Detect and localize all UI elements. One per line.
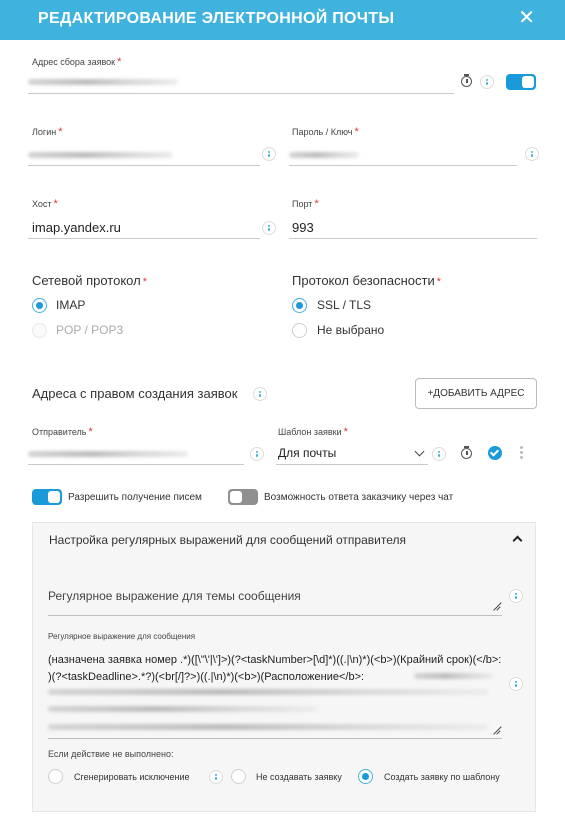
info-icon[interactable] xyxy=(480,75,494,89)
message-regex-blur-4 xyxy=(48,724,488,730)
message-regex-blur-1 xyxy=(414,673,494,679)
message-regex-value[interactable]: (назначена заявка номер .*)([\"\'|\']>)(… xyxy=(48,652,504,686)
subject-regex-input[interactable] xyxy=(48,615,502,616)
radio-imap-label: IMAP xyxy=(56,298,86,312)
chat-reply-label: Возможность ответа заказчику через чат xyxy=(264,492,454,503)
sender-value xyxy=(28,451,188,457)
stopwatch-icon[interactable] xyxy=(461,74,473,88)
template-stopwatch-icon[interactable] xyxy=(461,446,473,460)
password-input[interactable] xyxy=(289,165,517,166)
collect-address-label: Адрес сбора заявок * xyxy=(32,56,122,68)
chat-reply-toggle[interactable] xyxy=(228,489,258,505)
radio-create-by-template[interactable] xyxy=(358,769,373,784)
radio-ssl-tls-label: SSL / TLS xyxy=(317,298,372,312)
port-input[interactable] xyxy=(289,238,537,239)
radio-no-ticket-label: Не создавать заявку xyxy=(256,772,342,782)
radio-pop3 xyxy=(32,323,47,338)
login-value xyxy=(28,152,173,158)
host-label: Хост * xyxy=(32,198,58,210)
collect-address-value xyxy=(28,79,178,85)
message-regex-input[interactable] xyxy=(48,738,502,739)
network-protocol-title: Сетевой протокол * xyxy=(32,273,147,288)
host-info-icon[interactable] xyxy=(262,221,276,235)
chevron-down-icon[interactable] xyxy=(414,446,425,457)
radio-generate-exception-label: Сгенерировать исключение xyxy=(74,772,190,782)
on-fail-info-icon[interactable] xyxy=(209,770,223,784)
message-resize-handle-icon[interactable] xyxy=(492,726,501,735)
on-fail-label: Если действие не выполнено: xyxy=(48,749,174,759)
radio-not-selected-label: Не выбрано xyxy=(317,323,385,337)
message-regex-info-icon[interactable] xyxy=(509,677,523,691)
login-input[interactable] xyxy=(28,165,260,166)
add-address-button[interactable]: +ДОБАВИТЬ АДРЕС xyxy=(415,378,537,409)
radio-generate-exception[interactable] xyxy=(48,769,63,784)
allowed-addresses-title: Адреса с правом создания заявок xyxy=(32,386,238,401)
sender-info-icon[interactable] xyxy=(250,447,264,461)
modal-header: РЕДАКТИРОВАНИЕ ЭЛЕКТРОННОЙ ПОЧТЫ ✕ xyxy=(0,0,565,40)
sender-input[interactable] xyxy=(28,464,244,465)
sender-label: Отправитель * xyxy=(32,426,93,438)
receive-emails-toggle[interactable] xyxy=(32,489,62,505)
template-info-icon[interactable] xyxy=(432,447,446,461)
template-select-value: Для почты xyxy=(278,446,337,460)
password-info-icon[interactable] xyxy=(525,147,539,161)
subject-regex-placeholder: Регулярное выражение для темы сообщения xyxy=(48,589,301,603)
message-regex-blur-2 xyxy=(48,689,488,695)
allowed-addresses-info-icon[interactable] xyxy=(253,387,267,401)
close-icon[interactable]: ✕ xyxy=(518,8,535,28)
more-menu-icon[interactable] xyxy=(520,446,523,459)
password-label: Пароль / Ключ * xyxy=(292,126,359,138)
port-value: 993 xyxy=(292,220,314,235)
collect-address-toggle[interactable] xyxy=(506,74,536,90)
host-value: imap.yandex.ru xyxy=(32,220,121,235)
template-select[interactable] xyxy=(276,464,428,465)
password-value xyxy=(289,152,359,158)
collect-address-input[interactable] xyxy=(28,93,454,94)
radio-no-ticket[interactable] xyxy=(231,769,246,784)
check-icon[interactable] xyxy=(488,446,502,460)
port-label: Порт * xyxy=(292,198,319,210)
radio-not-selected[interactable] xyxy=(292,323,307,338)
login-info-icon[interactable] xyxy=(262,147,276,161)
subject-regex-info-icon[interactable] xyxy=(509,589,523,603)
security-protocol-title: Протокол безопасности * xyxy=(292,273,441,288)
radio-pop3-label: POP / POP3 xyxy=(56,323,124,337)
host-input[interactable] xyxy=(28,238,260,239)
message-regex-label: Регулярное выражение для сообщения xyxy=(48,632,196,641)
resize-handle-icon[interactable] xyxy=(492,602,501,611)
modal-title: РЕДАКТИРОВАНИЕ ЭЛЕКТРОННОЙ ПОЧТЫ xyxy=(38,10,395,27)
message-regex-blur-3 xyxy=(48,706,318,712)
login-label: Логин * xyxy=(32,126,63,138)
radio-imap[interactable] xyxy=(32,298,47,313)
regex-panel-title: Настройка регулярных выражений для сообщ… xyxy=(49,533,406,547)
receive-emails-label: Разрешить получение писем xyxy=(68,492,202,503)
radio-ssl-tls[interactable] xyxy=(292,298,307,313)
radio-create-by-template-label: Создать заявку по шаблону xyxy=(384,772,500,782)
template-label: Шаблон заявки * xyxy=(278,426,348,438)
